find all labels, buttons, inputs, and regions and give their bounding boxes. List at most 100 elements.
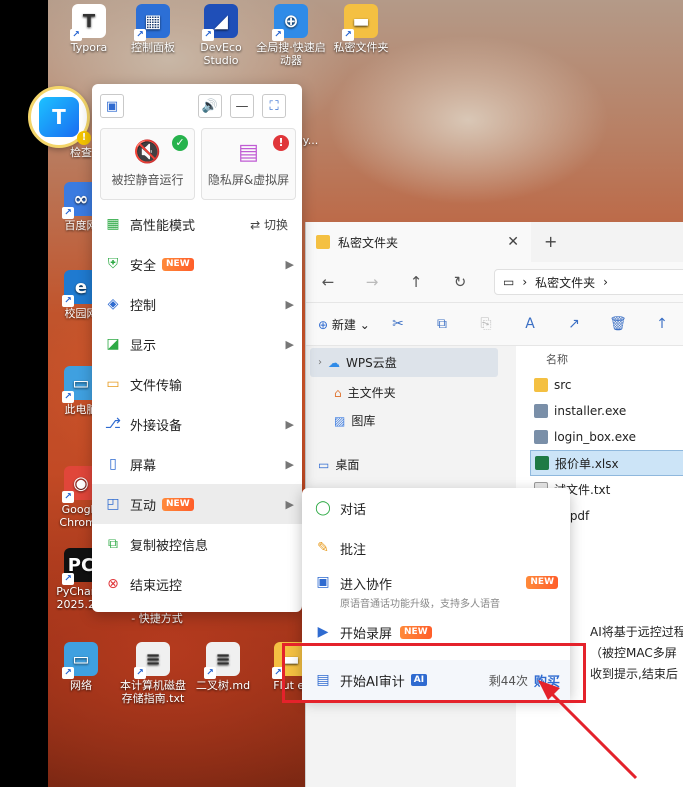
tab-private-folder[interactable]: 私密文件夹 ✕ [306,222,531,262]
xlsx-file-icon [535,456,549,470]
menu-item-label: 文件传输 [130,378,183,394]
menu-item[interactable]: ◈ 控制 ▶ [92,284,302,324]
expand-chevron-icon[interactable]: › [318,357,322,368]
app-icon: ≡ [204,642,240,679]
desktop-icon[interactable]: ≡本计算机磁盘存储指南.txt [116,642,190,705]
menu-item[interactable]: ◪ 显示 ▶ [92,324,302,364]
share-icon[interactable]: ↗ [552,316,596,332]
warning-icon: ! [77,131,91,145]
screen-switch-icon[interactable]: ▣ [100,94,124,118]
up-icon[interactable]: ↑ [394,273,438,291]
back-icon[interactable]: ← [306,273,350,291]
menu-item-collaborate[interactable]: ▣ 进入协作 原语音通话功能升级，支持多人语音 NEW [302,568,570,612]
desktop-icon[interactable]: ≡二叉树.md [186,642,260,692]
ai-info-text: AI将基于远控过程 （被控MAC多屏 收到提示,结束后 [590,622,683,685]
menu-item-annotate[interactable]: ✎ 批注 [302,528,570,568]
chevron-right-icon: ▶ [285,257,294,271]
desktop-icon[interactable]: ▬私密文件夹 [324,4,398,54]
minimize-icon[interactable]: — [230,94,254,118]
info-line: （被控MAC多屏 [590,646,677,660]
info-line: AI将基于远控过程 [590,625,683,639]
privacy-screen-card[interactable]: ▤ 隐私屏&虚拟屏 ! [201,128,296,200]
volume-icon[interactable]: 🔊 [198,94,222,118]
new-badge: NEW [400,625,432,639]
tree-item-label: 主文件夹 [347,386,396,400]
menu-item[interactable]: ⛨ 安全 NEW ▶ [92,244,302,284]
remote-control-panel: ▣ 🔊 — ⛶ 🔇 被控静音运行 ✓ ▤ 隐私屏&虚拟屏 ! ▦ 高性能模式 ⇄ 切… [92,84,302,612]
new-button[interactable]: ⊕ 新建 ⌄ [306,316,376,333]
tree-item[interactable]: › ☁ WPS云盘 [310,348,498,377]
rename-icon[interactable]: A [508,316,552,332]
app-icon: ◢ [202,4,238,41]
file-name: installer.exe [554,404,627,418]
app-icon: ▦ [134,4,170,41]
desktop-icon[interactable]: ▦控制面板 [116,4,190,54]
address-bar[interactable]: ▭ › 私密文件夹 › [494,269,683,295]
sort-icon[interactable]: ↑ [640,316,683,332]
file-row[interactable]: installer.exe [516,398,683,424]
explorer-toolbar: ⊕ 新建 ⌄ ✂ ⧉ ⎘ A ↗ 🗑 ↑ [306,302,683,346]
desktop-icon[interactable]: ▭网络 [44,642,118,692]
paste-icon[interactable]: ⎘ [464,316,508,332]
chevron-right-icon: ▶ [285,297,294,311]
column-header-name[interactable]: 名称 [516,346,683,372]
mute-remote-card[interactable]: 🔇 被控静音运行 ✓ [100,128,195,200]
menu-item-label: 复制被控信息 [130,538,209,554]
chevron-right-icon: ▶ [285,417,294,431]
tree-item[interactable]: ▨ 图库 [306,406,506,435]
delete-icon[interactable]: 🗑 [596,316,640,332]
path-folder[interactable]: 私密文件夹 [535,274,595,291]
refresh-icon[interactable]: ↻ [438,273,482,291]
new-tab-button[interactable]: + [544,232,557,251]
menu-item[interactable]: ▦ 高性能模式 ⇄ 切换 [92,204,302,244]
path-separator-2[interactable]: › [603,275,608,289]
desktop-icon-label: 本计算机磁盘存储指南.txt [120,679,186,705]
annotate-label: 批注 [340,542,367,558]
pen-icon: ✎ [317,540,329,556]
path-separator: › [522,275,528,289]
file-name: 报价单.xlsx [555,456,619,471]
file-name: src [554,378,572,392]
folder-icon [316,235,330,249]
remote-app-logo[interactable]: T ! [28,86,91,148]
desktop-icon[interactable]: TTypora [52,4,126,54]
copy-icon[interactable]: ⧉ [420,316,464,332]
desktop-icon-label: 二叉树.md [195,679,251,692]
tree-item-label: WPS云盘 [346,356,397,370]
desktop-icon-label: 私密文件夹 [333,41,389,54]
record-label: 开始录屏 [340,626,393,642]
menu-item-icon: ▦ [106,216,120,232]
chat-label: 对话 [340,502,367,518]
file-row[interactable]: login_box.exe [516,424,683,450]
menu-item[interactable]: ▭ 文件传输 [92,364,302,404]
tree-item-icon: ▭ [318,457,330,472]
menu-item[interactable]: ⧉ 复制被控信息 [92,524,302,564]
file-row[interactable]: src [516,372,683,398]
desktop-icon-label: 网络 [70,679,92,692]
desktop-icon[interactable]: ◢DevEco Studio [184,4,258,67]
cut-icon[interactable]: ✂ [376,316,420,332]
tree-item-icon: ▨ [334,413,346,428]
switch-mode-button[interactable]: ⇄ 切换 [250,216,288,233]
desktop-icon[interactable]: - 快捷方式 [120,612,194,625]
menu-item[interactable]: ▯ 屏幕 ▶ [92,444,302,484]
info-line: 收到提示,结束后 [590,667,678,681]
menu-item[interactable]: ⊗ 结束远控 [92,564,302,604]
tree-item[interactable]: ▭ 桌面 [306,450,506,479]
forward-icon[interactable]: → [350,273,394,291]
menu-item[interactable]: ⎇ 外接设备 ▶ [92,404,302,444]
menu-item[interactable]: ◰ 互动 NEW ▶ [92,484,302,524]
folder-file-icon [534,378,548,392]
tree-item[interactable]: ⌂ 主文件夹 [306,378,506,407]
new-button-label: 新建 [331,317,356,332]
close-tab-icon[interactable]: ✕ [507,234,519,250]
menu-item-label: 高性能模式 [130,218,196,234]
desktop-icon[interactable]: ⊕全局搜·快速启动器 [254,4,328,67]
menu-item-chat[interactable]: ◯ 对话 [302,488,570,528]
fullscreen-icon[interactable]: ⛶ [262,94,286,118]
check-icon: ✓ [172,135,188,151]
desktop-icon-label: DevEco Studio [200,41,242,67]
tree-item-icon: ⌂ [334,385,342,400]
file-row[interactable]: 报价单.xlsx [530,450,683,476]
chat-icon: ◯ [315,500,331,516]
